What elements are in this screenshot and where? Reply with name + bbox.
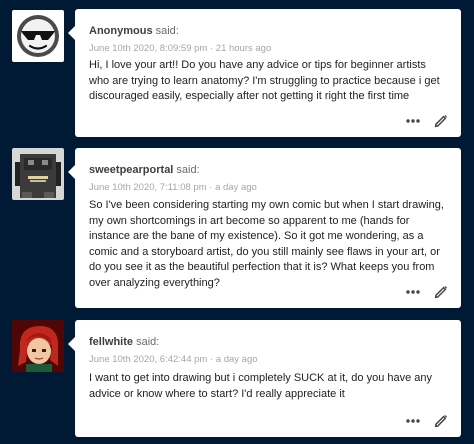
post-relative-time: 21 hours ago — [215, 43, 272, 54]
ask-card: Anonymous said: June 10th 2020, 8:09:59 … — [68, 9, 461, 137]
meta-separator: · — [206, 182, 216, 193]
question-text: Hi, I love your art!! Do you have any ad… — [89, 59, 440, 102]
asker-name[interactable]: sweetpearportal — [89, 164, 173, 176]
post-meta: June 10th 2020, 6:42:44 pm · a day ago — [89, 352, 447, 367]
avatar-anonymous[interactable] — [12, 10, 64, 62]
ask-card: fellwhite said: June 10th 2020, 6:42:44 … — [68, 320, 461, 437]
asker-name[interactable]: Anonymous — [89, 25, 153, 37]
edit-icon[interactable] — [434, 414, 448, 428]
ask-header: sweetpearportal said: June 10th 2020, 7:… — [75, 148, 461, 195]
post-timestamp[interactable]: June 10th 2020, 7:11:08 pm — [89, 182, 207, 193]
post-relative-time: a day ago — [215, 354, 258, 365]
avatar-sweetpearportal[interactable] — [12, 148, 64, 200]
post-meta: June 10th 2020, 7:11:08 pm · a day ago — [89, 180, 447, 195]
ask-card: sweetpearportal said: June 10th 2020, 7:… — [68, 148, 461, 308]
edit-icon[interactable] — [434, 114, 448, 128]
said-label: said: — [173, 164, 200, 176]
card-actions — [406, 414, 448, 428]
more-options-icon[interactable] — [406, 119, 420, 123]
card-actions — [406, 114, 448, 128]
ask-header: fellwhite said: June 10th 2020, 6:42:44 … — [75, 320, 461, 367]
question-text: So I've been considering starting my own… — [89, 199, 444, 289]
red-haired-character-icon — [12, 320, 64, 372]
pixel-character-icon — [12, 148, 64, 200]
asker-name[interactable]: fellwhite — [89, 336, 133, 348]
said-label: said: — [133, 336, 160, 348]
post-timestamp[interactable]: June 10th 2020, 6:42:44 pm — [89, 354, 207, 365]
edit-icon[interactable] — [434, 285, 448, 299]
more-options-icon[interactable] — [406, 419, 420, 423]
more-options-icon[interactable] — [406, 290, 420, 294]
sunglasses-face-icon — [12, 10, 64, 62]
ask-inbox: Anonymous said: June 10th 2020, 8:09:59 … — [0, 0, 474, 444]
post-timestamp[interactable]: June 10th 2020, 8:09:59 pm — [89, 43, 207, 54]
ask-header: Anonymous said: June 10th 2020, 8:09:59 … — [75, 9, 461, 56]
post-meta: June 10th 2020, 8:09:59 pm · 21 hours ag… — [89, 41, 447, 56]
said-label: said: — [152, 25, 179, 37]
card-actions — [406, 285, 448, 299]
meta-separator: · — [207, 354, 216, 365]
avatar-fellwhite[interactable] — [12, 320, 64, 372]
post-relative-time: a day ago — [215, 182, 257, 193]
meta-separator: · — [207, 43, 216, 54]
question-text: I want to get into drawing but i complet… — [89, 372, 433, 400]
